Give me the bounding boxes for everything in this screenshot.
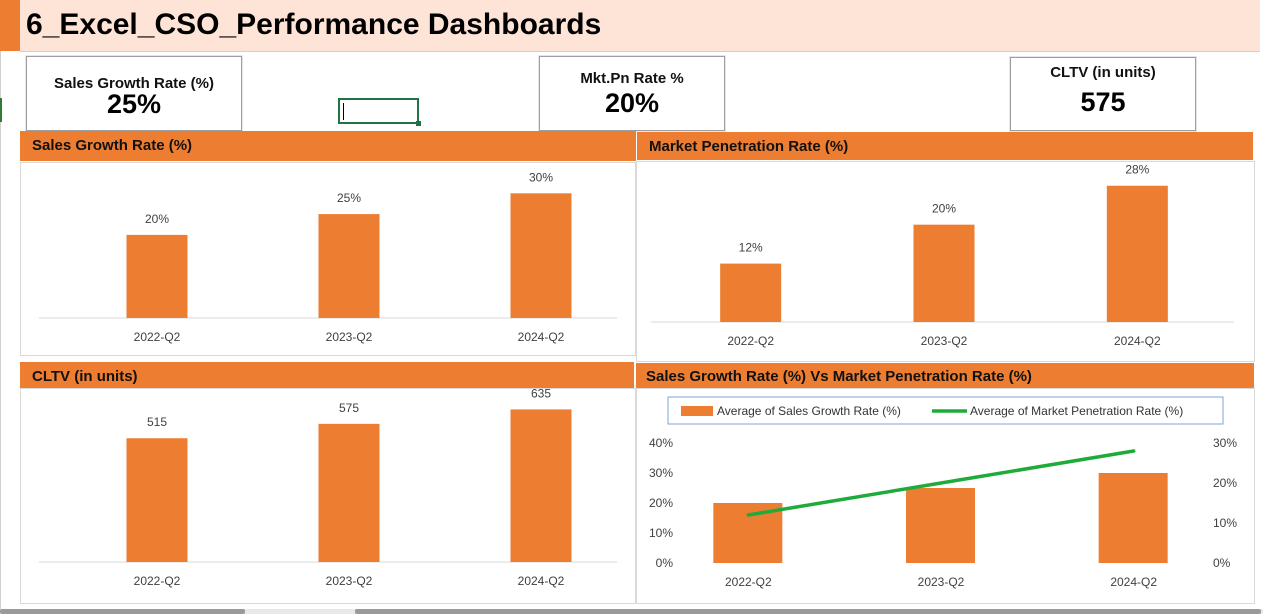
y-left-tick-label: 0% bbox=[656, 556, 674, 570]
row-selection-marker bbox=[0, 98, 2, 122]
y-right-tick-label: 30% bbox=[1213, 436, 1237, 450]
kpi-label: CLTV (in units) bbox=[1050, 64, 1156, 81]
y-right-tick-label: 20% bbox=[1213, 476, 1237, 490]
data-label: 12% bbox=[739, 241, 763, 255]
x-tick-label: 2022-Q2 bbox=[134, 330, 181, 344]
chart-header-market-penetration: Market Penetration Rate (%) bbox=[637, 132, 1253, 160]
kpi-label: Mkt.Pn Rate % bbox=[580, 70, 684, 87]
x-tick-label: 2022-Q2 bbox=[727, 334, 774, 348]
y-left-tick-label: 40% bbox=[649, 436, 673, 450]
data-label: 30% bbox=[529, 170, 553, 184]
legend-label-bar: Average of Sales Growth Rate (%) bbox=[717, 404, 901, 418]
data-label: 575 bbox=[339, 401, 359, 415]
sheet-tab-scrollbar[interactable] bbox=[0, 609, 245, 614]
chart-combo[interactable]: Average of Sales Growth Rate (%) Average… bbox=[636, 388, 1255, 604]
data-label: 635 bbox=[531, 389, 551, 400]
y-left-tick-label: 20% bbox=[649, 496, 673, 510]
y-left-tick-label: 10% bbox=[649, 526, 673, 540]
y-right-tick-label: 10% bbox=[1213, 516, 1237, 530]
x-tick-label: 2023-Q2 bbox=[918, 575, 965, 589]
y-right-tick-label: 0% bbox=[1213, 556, 1231, 570]
chart-title: Sales Growth Rate (%) Vs Market Penetrat… bbox=[646, 368, 1032, 385]
x-tick-label: 2024-Q2 bbox=[518, 574, 565, 588]
kpi-value: 20% bbox=[604, 88, 660, 118]
data-label: 20% bbox=[932, 202, 956, 216]
chart-header-combo: Sales Growth Rate (%) Vs Market Penetrat… bbox=[636, 363, 1254, 388]
chart-title: Market Penetration Rate (%) bbox=[649, 138, 849, 155]
bar bbox=[720, 263, 782, 322]
data-label: 20% bbox=[145, 212, 169, 226]
x-tick-label: 2022-Q2 bbox=[134, 574, 181, 588]
bar bbox=[913, 224, 975, 322]
kpi-value: 575 bbox=[1080, 87, 1126, 117]
legend-swatch-bar bbox=[681, 406, 713, 416]
bar bbox=[318, 423, 380, 562]
bar bbox=[1106, 185, 1168, 322]
x-tick-label: 2023-Q2 bbox=[921, 334, 968, 348]
y-left-tick-label: 30% bbox=[649, 466, 673, 480]
kpi-card-sales-growth[interactable]: Sales Growth Rate (%) 25% bbox=[26, 56, 242, 131]
bar bbox=[1098, 473, 1168, 563]
dashboard-title: 6_Excel_CSO_Performance Dashboards bbox=[26, 8, 602, 41]
bar-chart-sales-growth: 20% 2022-Q2 25% 2023-Q2 30% 2024-Q2 bbox=[39, 170, 617, 344]
kpi-card-mkt-pn[interactable]: Mkt.Pn Rate % 20% bbox=[539, 56, 725, 131]
text-caret bbox=[343, 103, 344, 120]
bar bbox=[126, 234, 188, 318]
chart-title: CLTV (in units) bbox=[32, 368, 138, 385]
data-label: 28% bbox=[1125, 163, 1149, 177]
data-label: 25% bbox=[337, 191, 361, 205]
x-tick-label: 2024-Q2 bbox=[1114, 334, 1161, 348]
chart-title: Sales Growth Rate (%) bbox=[32, 137, 193, 154]
chart-header-cltv: CLTV (in units) bbox=[20, 362, 634, 388]
bar bbox=[510, 409, 572, 562]
x-tick-label: 2024-Q2 bbox=[518, 330, 565, 344]
active-cell[interactable] bbox=[338, 98, 421, 126]
legend-label-line: Average of Market Penetration Rate (%) bbox=[970, 404, 1183, 418]
chart-sales-growth[interactable]: 20% 2022-Q2 25% 2023-Q2 30% 2024-Q2 bbox=[20, 162, 636, 356]
chart-header-sales-growth: Sales Growth Rate (%) bbox=[20, 131, 636, 161]
x-tick-label: 2024-Q2 bbox=[1110, 575, 1157, 589]
horizontal-scrollbar[interactable] bbox=[355, 609, 1261, 614]
fill-handle[interactable] bbox=[416, 121, 421, 126]
sheet-gridline bbox=[0, 51, 1, 611]
chart-market-penetration[interactable]: 12% 2022-Q2 20% 2023-Q2 28% 2024-Q2 bbox=[636, 161, 1255, 362]
bar bbox=[510, 193, 572, 318]
chart-cltv[interactable]: 515 2022-Q2 575 2023-Q2 635 2024-Q2 bbox=[20, 386, 636, 604]
data-label: 515 bbox=[147, 415, 167, 429]
kpi-value: 25% bbox=[106, 89, 162, 119]
title-accent-edge bbox=[0, 0, 20, 51]
bar bbox=[318, 214, 380, 318]
x-tick-label: 2023-Q2 bbox=[326, 330, 373, 344]
kpi-card-cltv[interactable]: CLTV (in units) 575 bbox=[1010, 57, 1196, 131]
bar bbox=[126, 438, 188, 562]
bar-chart-cltv: 515 2022-Q2 575 2023-Q2 635 2024-Q2 bbox=[39, 386, 617, 588]
bar bbox=[906, 488, 975, 563]
x-tick-label: 2023-Q2 bbox=[326, 574, 373, 588]
bar-chart-market-penetration: 12% 2022-Q2 20% 2023-Q2 28% 2024-Q2 bbox=[651, 163, 1234, 348]
x-tick-label: 2022-Q2 bbox=[725, 575, 772, 589]
combo-chart: Average of Sales Growth Rate (%) Average… bbox=[649, 396, 1237, 589]
